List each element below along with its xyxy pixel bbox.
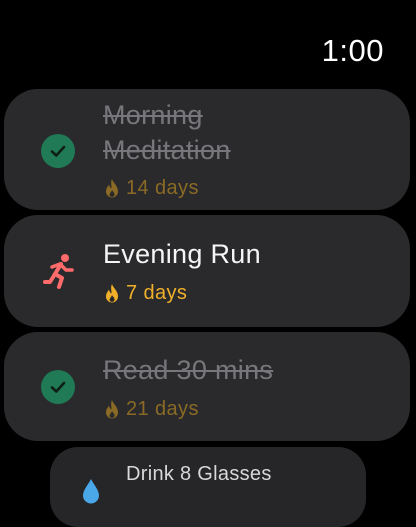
flame-icon (106, 399, 118, 418)
habit-card-morning-meditation[interactable]: Morning Meditation 14 days (4, 89, 410, 210)
habit-card-read-30-mins[interactable]: Read 30 mins 21 days (4, 332, 410, 441)
clock-time: 1:00 (321, 33, 384, 68)
habit-card-evening-run[interactable]: Evening Run 7 days (4, 215, 410, 327)
water-drop-icon (83, 479, 99, 504)
habit-streak: 14 days (103, 177, 199, 200)
habit-title: Drink 8 Glasses (126, 463, 272, 485)
streak-label: 14 days (126, 177, 199, 199)
habit-streak: 7 days (103, 282, 187, 305)
habit-card-drink-8-glasses[interactable]: Drink 8 Glasses (50, 447, 366, 527)
streak-label: 7 days (126, 282, 188, 304)
habit-streak: 21 days (103, 398, 199, 421)
checkmark-icon[interactable] (41, 134, 75, 168)
flame-icon (106, 283, 118, 302)
habit-title: Read 30 mins (103, 355, 274, 385)
flame-icon (106, 178, 118, 197)
habit-title: Evening Run (103, 239, 261, 269)
streak-label: 21 days (126, 398, 199, 420)
habit-title: Morning Meditation (103, 100, 231, 165)
checkmark-icon[interactable] (41, 370, 75, 404)
running-person-icon (43, 254, 74, 289)
